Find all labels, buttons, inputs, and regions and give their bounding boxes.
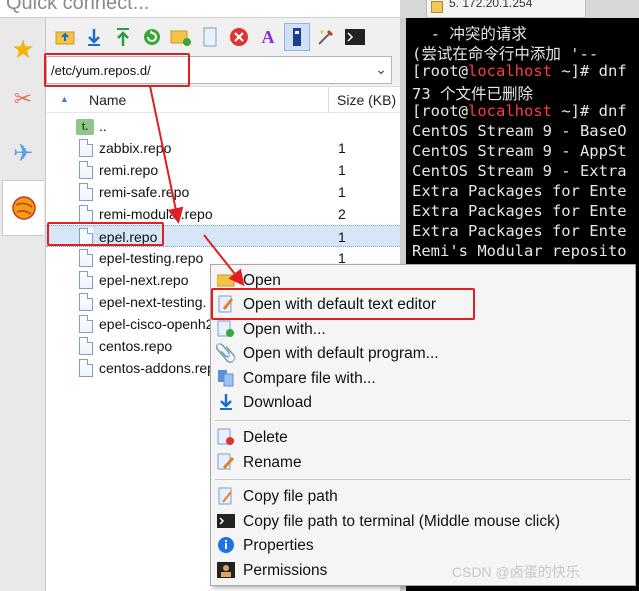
annotation-arrows (149, 85, 245, 287)
annotation-arrow-1 (149, 85, 184, 224)
watermark-text: CSDN @卤蛋的快乐 (452, 564, 580, 580)
annotation-arrow-2 (203, 234, 245, 287)
